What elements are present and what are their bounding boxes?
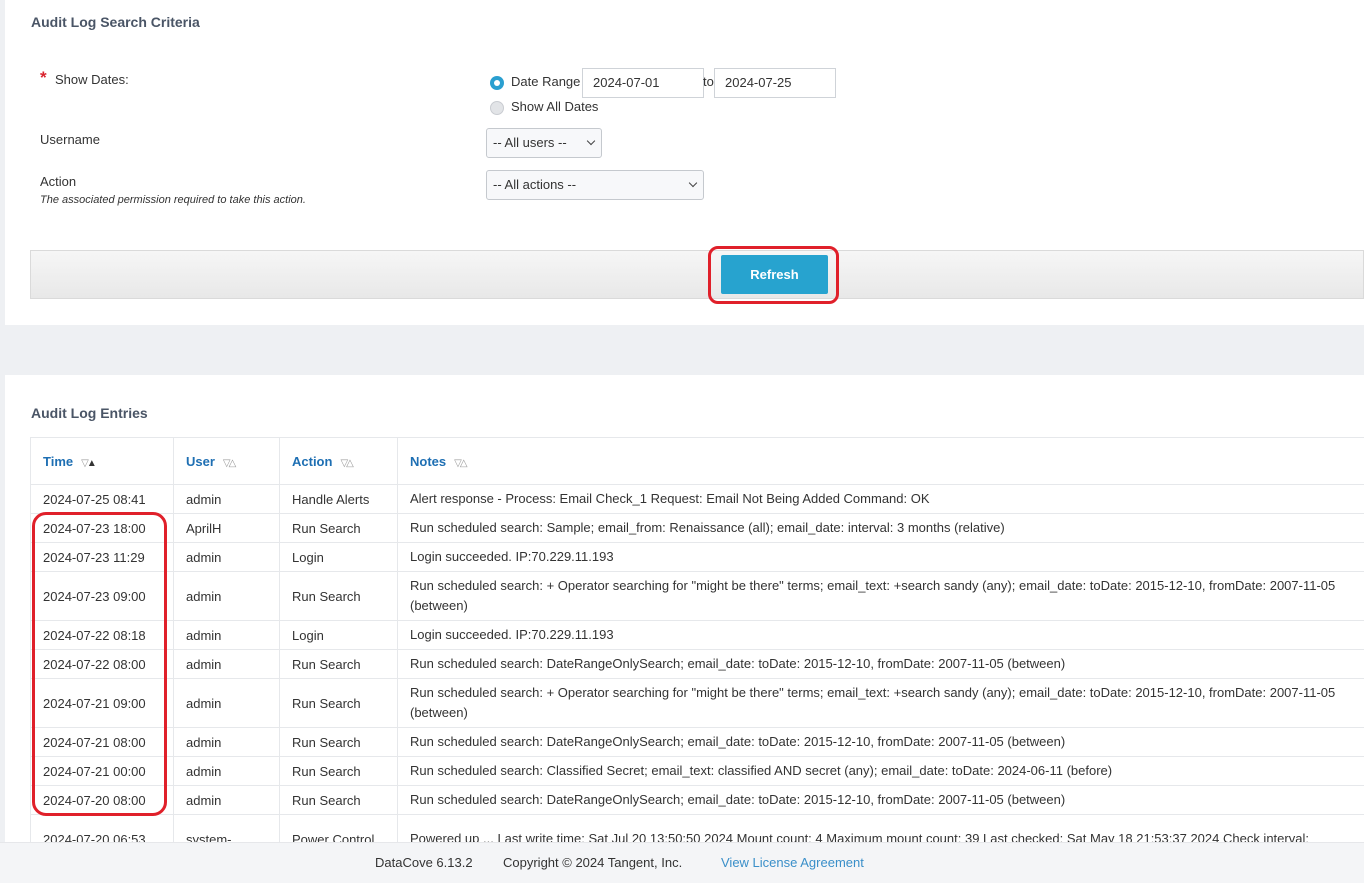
user-cell: admin bbox=[174, 679, 280, 728]
license-link[interactable]: View License Agreement bbox=[721, 855, 864, 870]
notes-column-header[interactable]: Notes▽△ bbox=[398, 438, 1364, 485]
notes-cell: Run scheduled search: Sample; email_from… bbox=[398, 514, 1364, 543]
notes-cell: Login succeeded. IP:70.229.11.193 bbox=[398, 621, 1364, 650]
time-cell: 2024-07-23 11:29 bbox=[31, 543, 174, 572]
user-cell: admin bbox=[174, 621, 280, 650]
table-row: 2024-07-21 09:00adminRun SearchRun sched… bbox=[31, 679, 1364, 728]
criteria-title: Audit Log Search Criteria bbox=[31, 14, 200, 30]
date-range-radio[interactable] bbox=[490, 76, 504, 90]
date-range-label: Date Range bbox=[511, 74, 580, 89]
button-bar bbox=[30, 250, 1364, 299]
action-select-value: -- All actions -- bbox=[493, 177, 576, 192]
table-row: 2024-07-23 18:00AprilHRun SearchRun sche… bbox=[31, 514, 1364, 543]
footer: DataCove 6.13.2 Copyright © 2024 Tangent… bbox=[0, 842, 1364, 883]
table-row: 2024-07-21 00:00adminRun SearchRun sched… bbox=[31, 757, 1364, 786]
table-row: 2024-07-22 08:00adminRun SearchRun sched… bbox=[31, 650, 1364, 679]
action-label: Action bbox=[40, 174, 76, 189]
action-hint: The associated permission required to ta… bbox=[40, 194, 306, 206]
user-cell: admin bbox=[174, 728, 280, 757]
action-cell: Run Search bbox=[280, 572, 398, 621]
table-row: 2024-07-23 09:00adminRun SearchRun sched… bbox=[31, 572, 1364, 621]
action-cell: Run Search bbox=[280, 650, 398, 679]
notes-cell: Run scheduled search: DateRangeOnlySearc… bbox=[398, 650, 1364, 679]
version-text: DataCove 6.13.2 bbox=[375, 855, 473, 870]
action-cell: Login bbox=[280, 621, 398, 650]
time-cell: 2024-07-25 08:41 bbox=[31, 485, 174, 514]
user-cell: admin bbox=[174, 650, 280, 679]
section-separator bbox=[0, 325, 1364, 375]
action-cell: Run Search bbox=[280, 786, 398, 815]
search-criteria-panel: Audit Log Search Criteria * Show Dates: … bbox=[5, 0, 1364, 325]
user-cell: admin bbox=[174, 485, 280, 514]
notes-cell: Run scheduled search: + Operator searchi… bbox=[398, 572, 1364, 621]
audit-entries-panel: Audit Log Entries Time▽▲ User▽△ Action▽△… bbox=[5, 375, 1364, 882]
user-cell: admin bbox=[174, 572, 280, 621]
notes-cell: Run scheduled search: Classified Secret;… bbox=[398, 757, 1364, 786]
table-row: 2024-07-23 11:29adminLoginLogin succeede… bbox=[31, 543, 1364, 572]
user-cell: admin bbox=[174, 757, 280, 786]
sort-icon: ▽△ bbox=[223, 458, 234, 469]
user-cell: AprilH bbox=[174, 514, 280, 543]
notes-cell: Run scheduled search: + Operator searchi… bbox=[398, 679, 1364, 728]
user-column-header[interactable]: User▽△ bbox=[174, 438, 280, 485]
notes-cell: Run scheduled search: DateRangeOnlySearc… bbox=[398, 728, 1364, 757]
show-dates-label: * Show Dates: bbox=[55, 72, 129, 87]
sort-icon: ▽△ bbox=[340, 458, 351, 469]
time-cell: 2024-07-21 08:00 bbox=[31, 728, 174, 757]
to-label: to bbox=[703, 74, 714, 89]
sort-icon: ▽△ bbox=[454, 458, 465, 469]
required-marker: * bbox=[40, 68, 47, 88]
refresh-button[interactable]: Refresh bbox=[721, 255, 828, 294]
from-date-input[interactable]: 2024-07-01 bbox=[582, 68, 704, 98]
table-row: 2024-07-25 08:41adminHandle AlertsAlert … bbox=[31, 485, 1364, 514]
time-cell: 2024-07-21 00:00 bbox=[31, 757, 174, 786]
table-row: 2024-07-22 08:18adminLoginLogin succeede… bbox=[31, 621, 1364, 650]
show-all-dates-radio[interactable] bbox=[490, 101, 504, 115]
audit-log-table: Time▽▲ User▽△ Action▽△ Notes▽△ 2024-07-2… bbox=[30, 437, 1364, 864]
time-cell: 2024-07-23 09:00 bbox=[31, 572, 174, 621]
chevron-down-icon bbox=[587, 137, 595, 145]
time-cell: 2024-07-22 08:00 bbox=[31, 650, 174, 679]
notes-cell: Alert response - Process: Email Check_1 … bbox=[398, 485, 1364, 514]
chevron-down-icon bbox=[689, 179, 697, 187]
action-cell: Run Search bbox=[280, 728, 398, 757]
to-date-input[interactable]: 2024-07-25 bbox=[714, 68, 836, 98]
table-header-row: Time▽▲ User▽△ Action▽△ Notes▽△ bbox=[31, 438, 1364, 485]
table-row: 2024-07-21 08:00adminRun SearchRun sched… bbox=[31, 728, 1364, 757]
username-label: Username bbox=[40, 132, 100, 147]
action-cell: Login bbox=[280, 543, 398, 572]
action-cell: Run Search bbox=[280, 757, 398, 786]
notes-cell: Run scheduled search: DateRangeOnlySearc… bbox=[398, 786, 1364, 815]
entries-title: Audit Log Entries bbox=[31, 405, 148, 421]
time-cell: 2024-07-20 08:00 bbox=[31, 786, 174, 815]
action-column-header[interactable]: Action▽△ bbox=[280, 438, 398, 485]
time-column-header[interactable]: Time▽▲ bbox=[31, 438, 174, 485]
action-cell: Run Search bbox=[280, 679, 398, 728]
user-cell: admin bbox=[174, 786, 280, 815]
copyright-text: Copyright © 2024 Tangent, Inc. bbox=[503, 855, 682, 870]
username-select-value: -- All users -- bbox=[493, 135, 567, 150]
user-cell: admin bbox=[174, 543, 280, 572]
time-cell: 2024-07-21 09:00 bbox=[31, 679, 174, 728]
username-select[interactable]: -- All users -- bbox=[486, 128, 602, 158]
action-cell: Handle Alerts bbox=[280, 485, 398, 514]
show-all-dates-label: Show All Dates bbox=[511, 99, 598, 114]
time-cell: 2024-07-22 08:18 bbox=[31, 621, 174, 650]
sort-desc-icon: ▽▲ bbox=[81, 458, 95, 469]
notes-cell: Login succeeded. IP:70.229.11.193 bbox=[398, 543, 1364, 572]
table-row: 2024-07-20 08:00adminRun SearchRun sched… bbox=[31, 786, 1364, 815]
action-cell: Run Search bbox=[280, 514, 398, 543]
time-cell: 2024-07-23 18:00 bbox=[31, 514, 174, 543]
action-select[interactable]: -- All actions -- bbox=[486, 170, 704, 200]
